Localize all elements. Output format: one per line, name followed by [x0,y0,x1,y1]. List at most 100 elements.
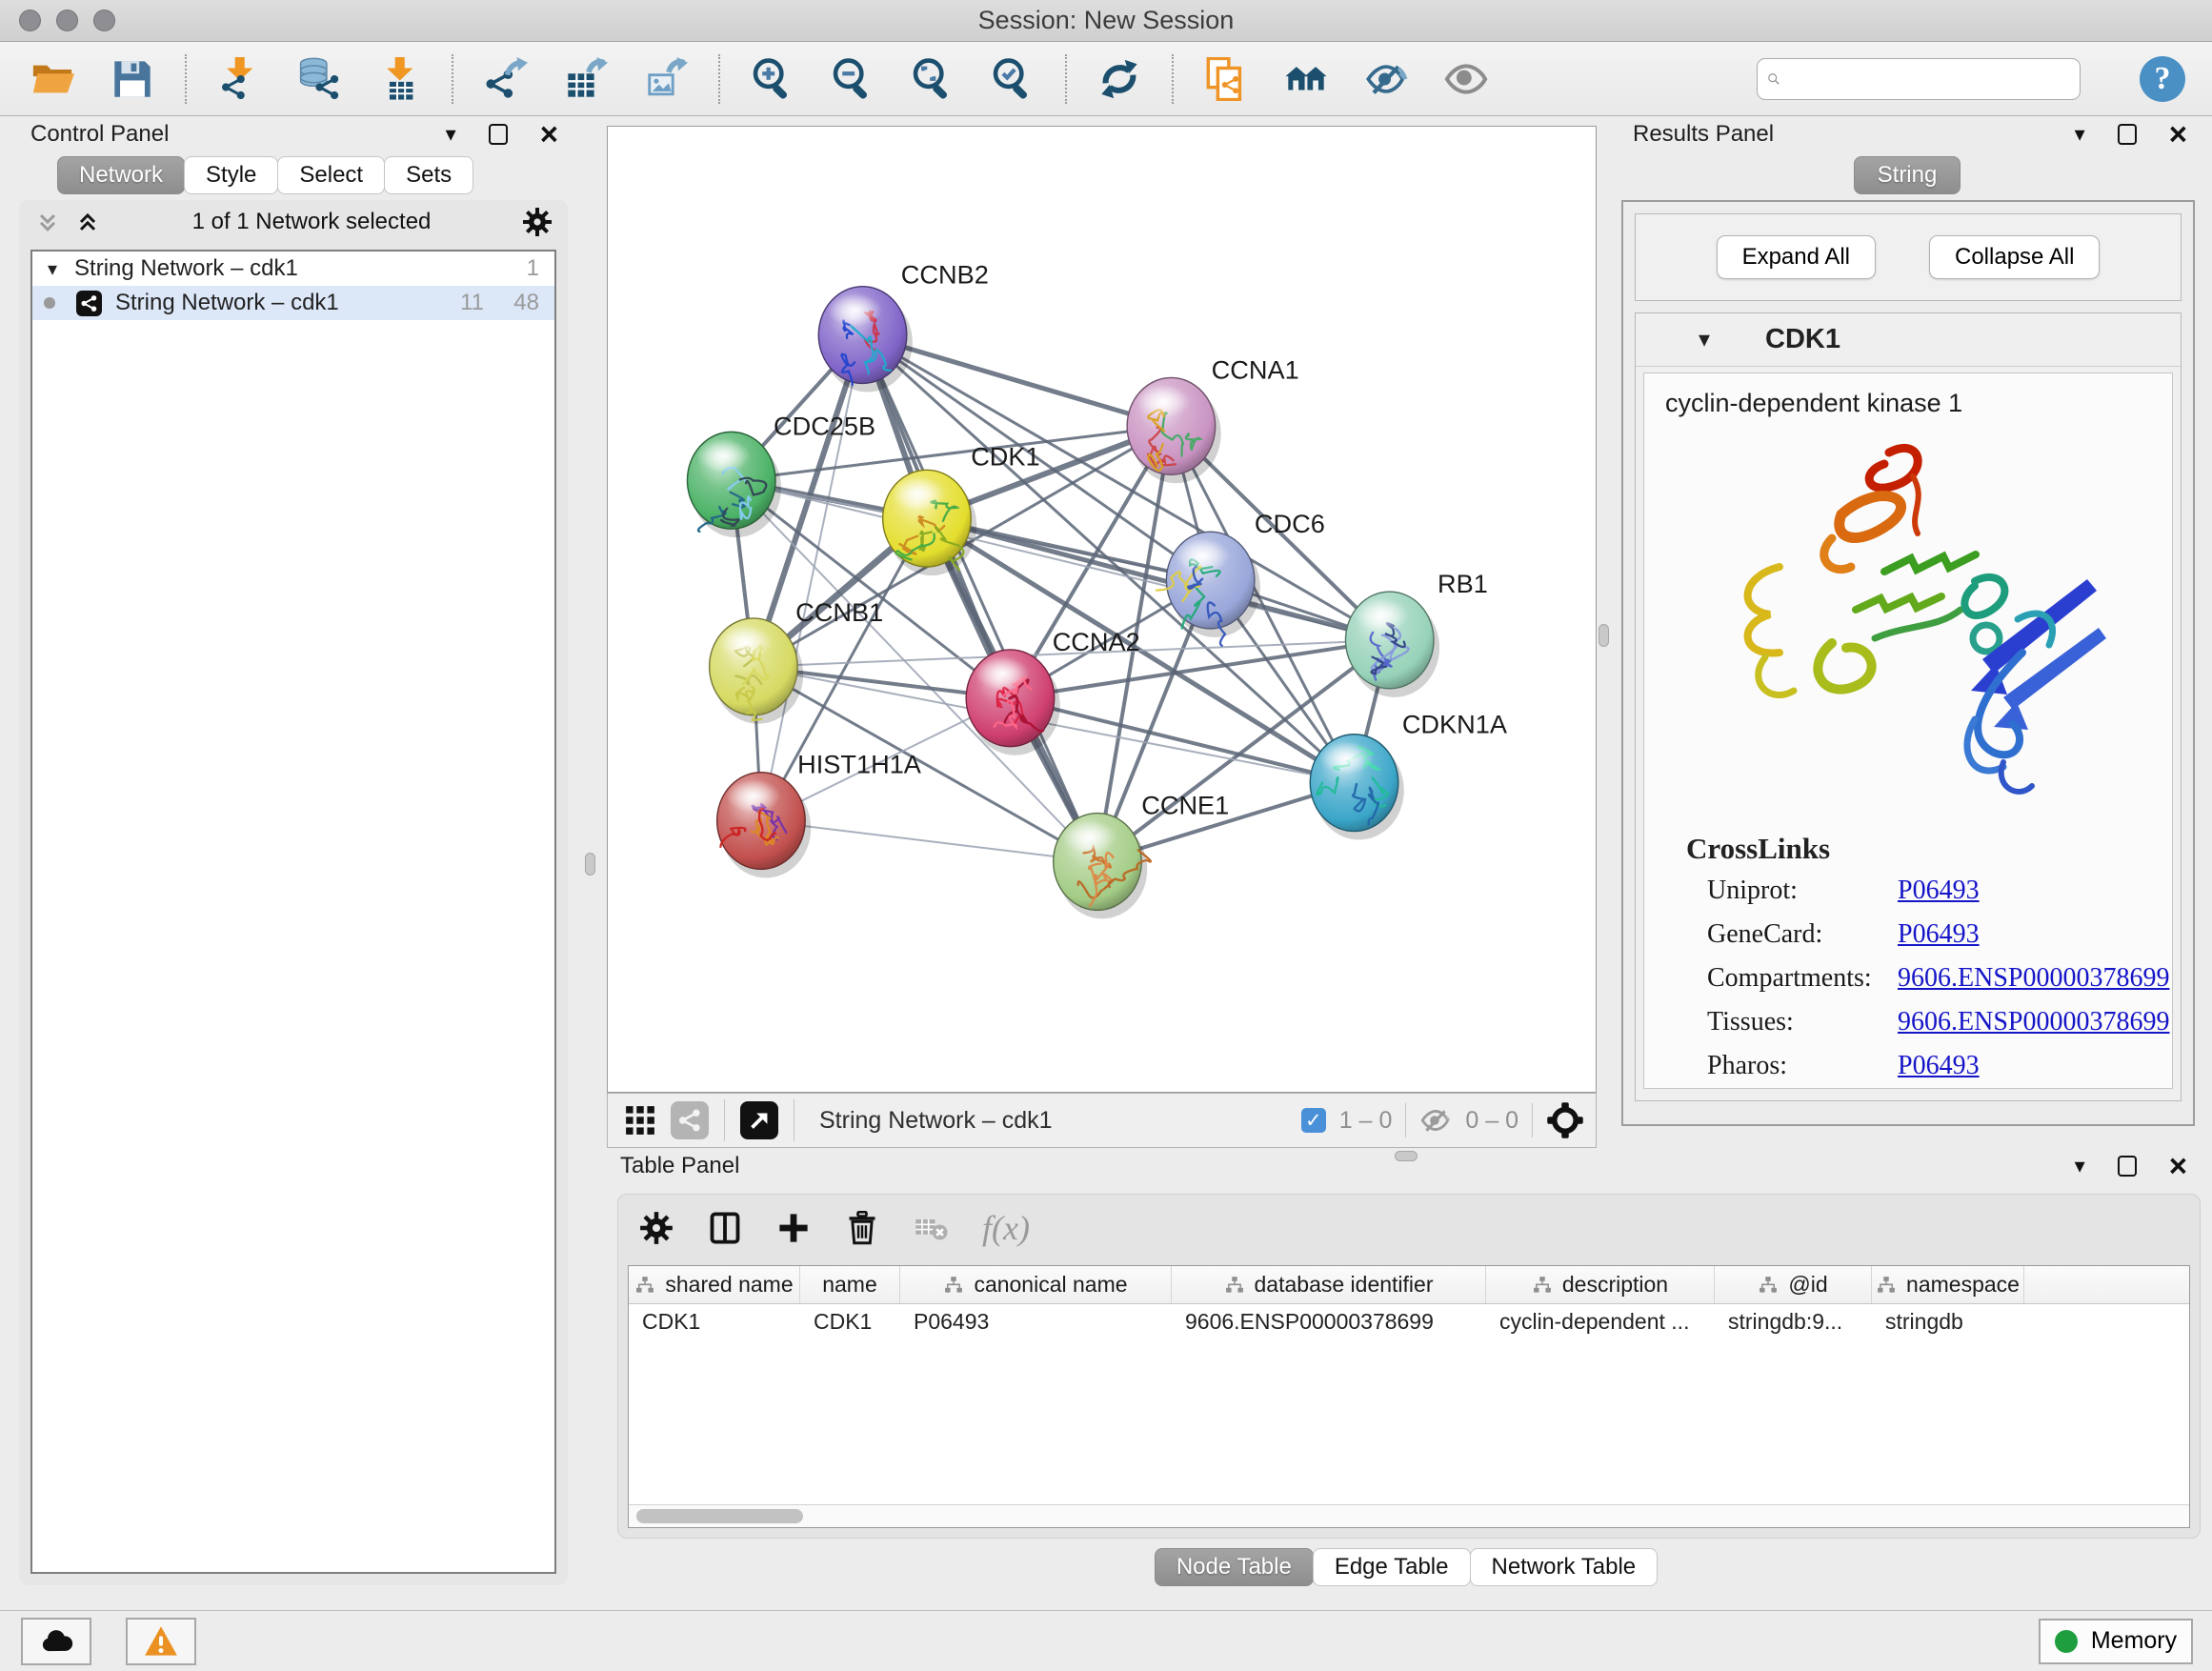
save-session-button[interactable] [105,51,160,107]
tab-style[interactable]: Style [184,156,278,194]
crosslink-link[interactable]: 9606.ENSP00000378699 [1898,963,2169,994]
panel-float-icon[interactable] [2118,1156,2137,1177]
table-cell[interactable]: CDK1 [800,1304,900,1339]
zoom-fit-button[interactable] [905,51,960,107]
search-input[interactable] [1788,66,2070,91]
tab-network[interactable]: Network [57,156,185,194]
warnings-button[interactable] [126,1618,196,1665]
refresh-layout-button[interactable] [1092,51,1147,107]
crosslink-row: Tissues:9606.ENSP00000378699 [1686,1007,2172,1037]
network-row-selected[interactable]: String Network – cdk1 11 48 [32,286,554,320]
zoom-selected-button[interactable] [985,51,1040,107]
column-header-shared-name[interactable]: shared name [629,1266,800,1303]
open-session-button[interactable] [25,51,80,107]
panel-float-icon[interactable] [2118,124,2137,145]
column-label: description [1562,1272,1668,1298]
show-all-button[interactable] [1438,51,1494,107]
tab-select[interactable]: Select [277,156,385,194]
status-bar: Memory [0,1610,2212,1671]
tab-string[interactable]: String [1854,156,1961,194]
thumbnail-grid-icon[interactable] [619,1099,661,1141]
table-cell[interactable]: cyclin-dependent ... [1486,1304,1715,1339]
table-cell[interactable]: P06493 [900,1304,1172,1339]
panel-menu-icon[interactable]: ▾ [2075,124,2085,145]
birdseye-crosshair-icon[interactable] [1546,1101,1584,1139]
table-cell[interactable]: CDK1 [629,1304,800,1339]
tab-network-table[interactable]: Network Table [1470,1548,1659,1586]
network-node-ccna1[interactable]: CCNA1 [1127,356,1299,484]
search-box[interactable] [1757,58,2081,100]
collapse-all-button[interactable]: Collapse All [1929,235,2100,279]
new-network-from-selection-button[interactable] [1198,51,1254,107]
collection-expand-icon[interactable]: ▾ [48,257,57,281]
expand-all-networks-icon[interactable] [74,209,101,235]
network-canvas[interactable]: CCNB2CCNA1CDC25BCDK1CDC6RB1CCNB1CCNA2CDK… [607,126,1597,1093]
section-collapse-icon[interactable]: ▾ [1699,326,1710,353]
panel-close-icon[interactable]: × [540,122,558,147]
export-table-button[interactable] [558,51,613,107]
delete-column-icon[interactable] [845,1211,879,1245]
import-network-file-button[interactable] [211,51,267,107]
table-row[interactable]: CDK1CDK1P064939606.ENSP00000378699cyclin… [629,1304,2189,1339]
panel-menu-icon[interactable]: ▾ [2075,1156,2085,1177]
protein-section-header[interactable]: ▾ CDK1 [1636,313,2181,367]
network-node-rb1[interactable]: RB1 [1345,570,1487,697]
network-options-gear-icon[interactable] [522,207,553,237]
network-node-cdkn1a[interactable]: CDKN1A [1310,711,1507,840]
network-view-panel: CCNB2CCNA1CDC25BCDK1CDC6RB1CCNB1CCNA2CDK… [607,116,1597,1148]
create-column-icon[interactable] [776,1211,811,1245]
expand-all-button[interactable]: Expand All [1717,235,1876,279]
horizontal-splitter-grip[interactable] [1395,1151,1418,1161]
import-network-database-button[interactable] [292,51,347,107]
column-header-name[interactable]: name [800,1266,900,1303]
network-node-hist1h1a[interactable]: HIST1H1A [717,751,921,878]
network-node-ccne1[interactable]: CCNE1 [1054,792,1230,919]
table-cell[interactable]: 9606.ENSP00000378699 [1172,1304,1486,1339]
crosslink-link[interactable]: P06493 [1898,919,1980,950]
show-columns-icon[interactable] [708,1211,742,1245]
column-header-id[interactable]: @id [1715,1266,1872,1303]
string-results-box: Expand All Collapse All ▾ CDK1 cyclin-de… [1621,200,2195,1126]
first-neighbors-button[interactable] [1278,51,1334,107]
selected-checkbox[interactable]: ✓ [1301,1108,1326,1133]
export-network-button[interactable] [478,51,533,107]
network-collection-row[interactable]: ▾ String Network – cdk1 1 [32,252,554,286]
memory-button[interactable]: Memory [2039,1619,2193,1664]
panel-close-icon[interactable]: × [2169,122,2187,147]
column-header-namespace[interactable]: namespace [1872,1266,2024,1303]
network-node-ccnb1[interactable]: CCNB1 [710,598,884,724]
cloud-status-button[interactable] [21,1618,91,1665]
table-cell[interactable]: stringdb [1872,1304,2024,1339]
tab-node-table[interactable]: Node Table [1155,1548,1314,1586]
detach-view-icon[interactable] [740,1101,778,1139]
scrollbar-thumb[interactable] [636,1509,803,1523]
tab-sets[interactable]: Sets [384,156,473,194]
crosslink-link[interactable]: P06493 [1898,1051,1980,1081]
crosslink-link[interactable]: P06493 [1898,876,1980,906]
left-splitter-grip[interactable] [585,853,595,876]
import-table-file-button[interactable] [372,51,427,107]
export-image-button[interactable] [638,51,694,107]
right-splitter-grip[interactable] [1599,624,1609,647]
zoom-selected-icon [991,57,1035,101]
help-button[interactable]: ? [2140,56,2185,102]
zoom-in-button[interactable] [745,51,800,107]
column-label: namespace [1906,1272,2020,1298]
panel-menu-icon[interactable]: ▾ [446,124,456,145]
string-network-icon[interactable] [671,1101,709,1139]
panel-close-icon[interactable]: × [2169,1154,2187,1178]
table-options-gear-icon[interactable] [639,1211,674,1245]
column-header-database-identifier[interactable]: database identifier [1172,1266,1486,1303]
hide-selected-button[interactable] [1358,51,1414,107]
zoom-out-button[interactable] [825,51,880,107]
table-horizontal-scrollbar[interactable] [629,1504,2189,1527]
panel-float-icon[interactable] [489,124,508,145]
network-node-cdc6[interactable]: CDC6 [1156,510,1325,645]
table-cell[interactable]: stringdb:9... [1715,1304,1872,1339]
collapse-all-networks-icon[interactable] [34,209,61,235]
column-header-canonical-name[interactable]: canonical name [900,1266,1172,1303]
crosslink-link[interactable]: 9606.ENSP00000378699 [1898,1007,2169,1037]
tab-edge-table[interactable]: Edge Table [1313,1548,1471,1586]
memory-status-dot [2055,1630,2078,1653]
column-header-description[interactable]: description [1486,1266,1715,1303]
